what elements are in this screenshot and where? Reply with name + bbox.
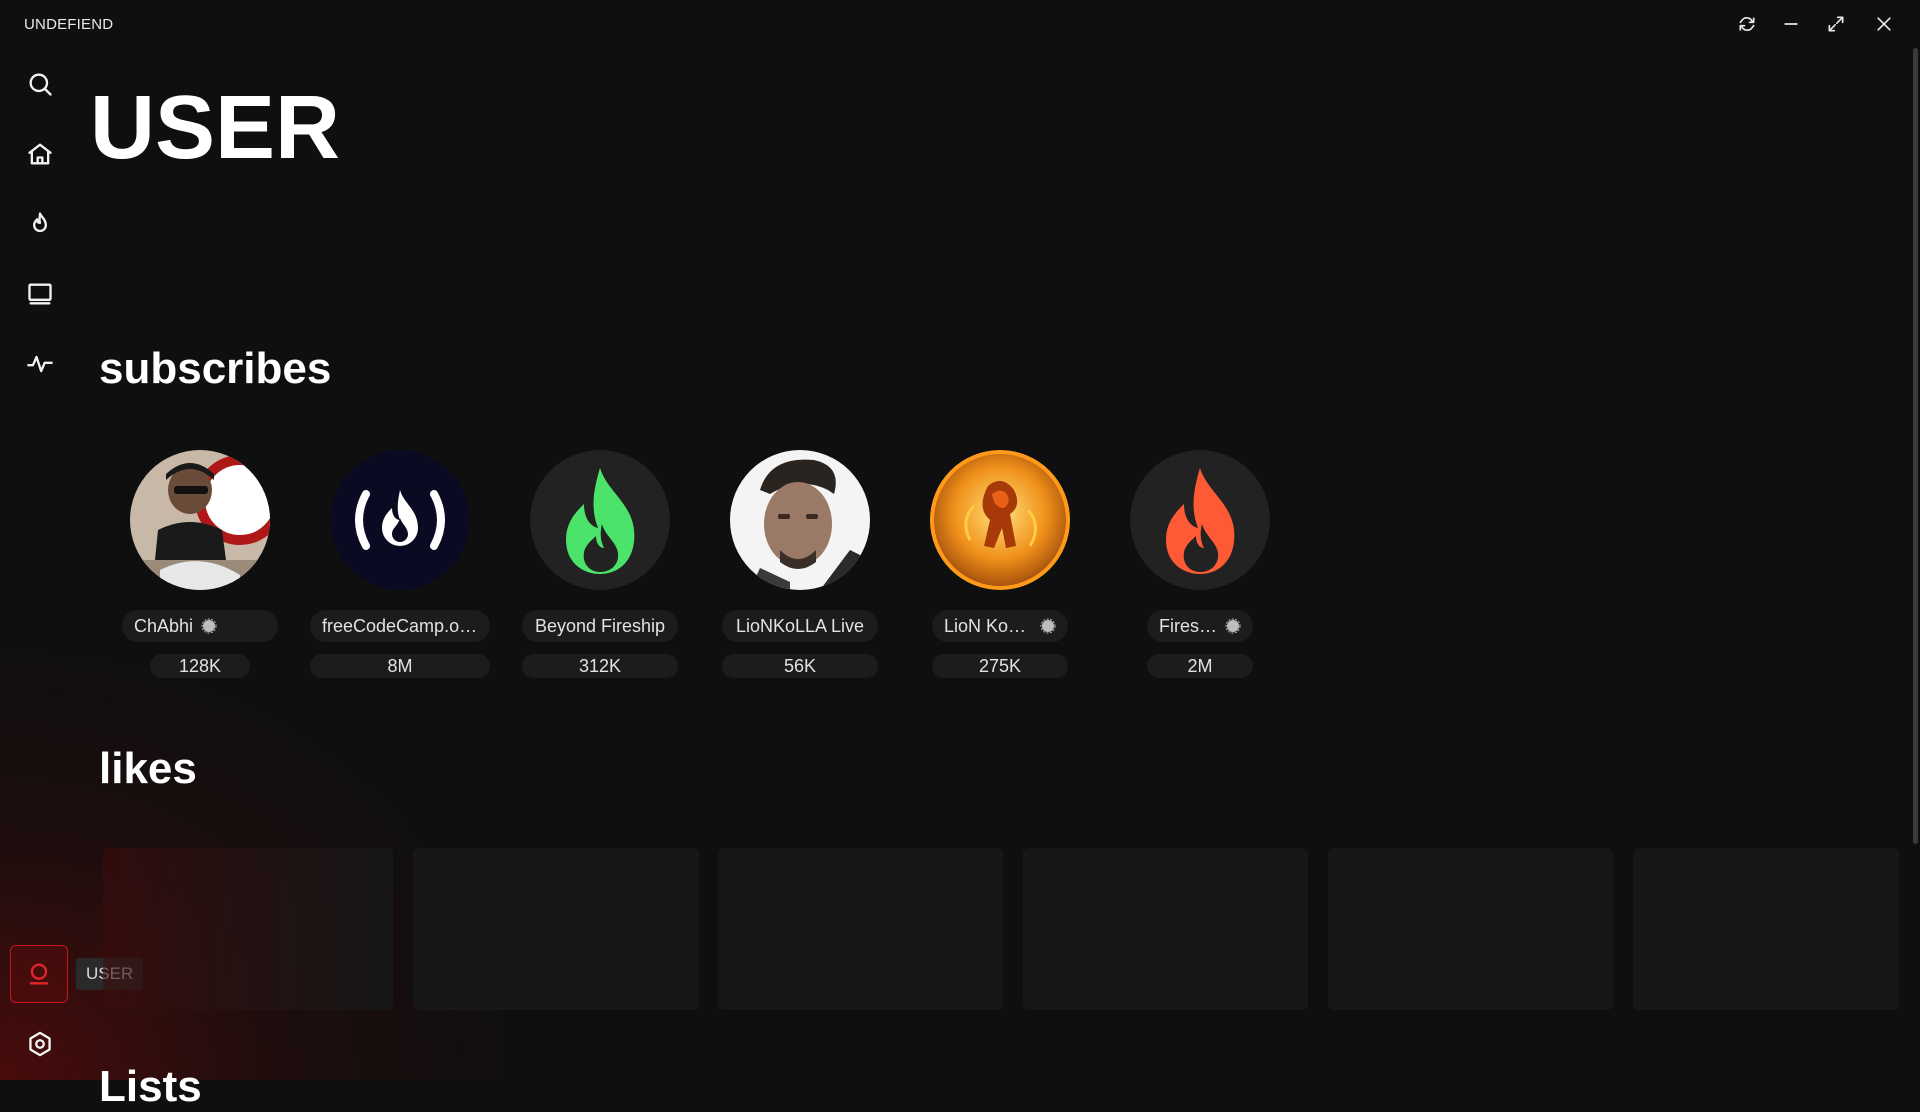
close-button[interactable]	[1872, 12, 1896, 36]
verified-icon	[1225, 618, 1241, 634]
channel-avatar[interactable]	[330, 450, 470, 590]
settings-icon	[29, 1031, 51, 1057]
channel-name: Beyond Fireship	[522, 610, 678, 642]
channel-name-label: LioNKoLLA Live	[735, 616, 865, 636]
channel-avatar[interactable]	[930, 450, 1070, 590]
liked-video-placeholder[interactable]	[1023, 848, 1308, 1010]
subscriber-count: 128K	[150, 654, 250, 678]
subscriber-count: 8M	[310, 654, 490, 678]
subscribes-heading: subscribes	[99, 344, 332, 393]
sidebar-item-user[interactable]	[10, 945, 68, 1003]
refresh-button[interactable]	[1735, 12, 1759, 36]
channel-name: Fireship	[1147, 610, 1253, 642]
fire-creature-icon	[930, 450, 1070, 590]
verified-icon	[201, 618, 217, 634]
channel-card[interactable]: ChAbhi 128K	[100, 450, 300, 680]
app-title: UNDEFIEND	[24, 16, 114, 33]
channel-name-label: LioN KoLLA	[944, 616, 1032, 636]
activity-icon	[27, 355, 53, 373]
lists-heading: Lists	[99, 1062, 202, 1111]
channel-avatar[interactable]	[530, 450, 670, 590]
sidebar-item-home[interactable]	[16, 130, 64, 178]
channel-name-label: ChAbhi	[134, 616, 194, 636]
page-title: USER	[90, 78, 341, 178]
channel-avatar[interactable]	[130, 450, 270, 590]
sidebar-item-activity[interactable]	[16, 340, 64, 388]
photo-face-icon	[730, 450, 870, 590]
channel-card[interactable]: LioN KoLLA 275K	[900, 450, 1100, 680]
channel-card[interactable]: Fireship 2M	[1100, 450, 1300, 680]
sidebar-item-tv[interactable]	[16, 270, 64, 318]
flame-icon	[33, 212, 47, 233]
subscriber-count: 56K	[722, 654, 878, 678]
close-icon	[1877, 17, 1891, 31]
liked-video-placeholder[interactable]	[103, 848, 393, 1010]
channel-avatar[interactable]	[730, 450, 870, 590]
subscriber-count: 275K	[932, 654, 1068, 678]
channel-name: freeCodeCamp.or...	[310, 610, 490, 642]
tv-icon	[28, 283, 52, 305]
home-icon	[28, 143, 52, 165]
minimize-icon	[1784, 23, 1798, 25]
likes-heading: likes	[99, 744, 197, 793]
channel-name: LioNKoLLA Live	[722, 610, 878, 642]
green-flame-icon	[530, 450, 670, 590]
channel-card[interactable]: LioNKoLLA Live 56K	[700, 450, 900, 680]
search-icon	[29, 73, 52, 96]
channel-card[interactable]: freeCodeCamp.or... 8M	[300, 450, 500, 680]
liked-video-placeholder[interactable]	[413, 848, 699, 1010]
channel-avatar[interactable]	[1130, 450, 1270, 590]
channel-name: ChAbhi	[122, 610, 278, 642]
subscriber-count: 312K	[522, 654, 678, 678]
sidebar-item-trending[interactable]	[16, 200, 64, 248]
maximize-icon	[1828, 16, 1844, 32]
subscriber-count: 2M	[1147, 654, 1253, 678]
photo-person-icon	[130, 450, 270, 590]
title-bar: UNDEFIEND	[0, 0, 1920, 48]
channel-name-label: Fireship	[1159, 616, 1217, 636]
maximize-button[interactable]	[1824, 12, 1848, 36]
liked-video-placeholder[interactable]	[718, 848, 1003, 1010]
scrollbar[interactable]	[1910, 48, 1920, 848]
channel-card[interactable]: Beyond Fireship 312K	[500, 450, 700, 680]
user-icon	[29, 963, 49, 985]
sidebar-item-search[interactable]	[16, 60, 64, 108]
channel-name-label: Beyond Fireship	[534, 616, 666, 636]
scrollbar-thumb[interactable]	[1913, 48, 1918, 844]
orange-flame-icon	[1130, 450, 1270, 590]
sidebar-item-settings[interactable]	[16, 1020, 64, 1068]
channel-name: LioN KoLLA	[932, 610, 1068, 642]
freecodecamp-logo-icon	[330, 450, 470, 590]
minimize-button[interactable]	[1779, 12, 1803, 36]
liked-video-placeholder[interactable]	[1633, 848, 1899, 1010]
refresh-icon	[1739, 17, 1755, 31]
liked-video-placeholder[interactable]	[1328, 848, 1613, 1010]
verified-icon	[1040, 618, 1056, 634]
channel-name-label: freeCodeCamp.or...	[322, 616, 478, 636]
